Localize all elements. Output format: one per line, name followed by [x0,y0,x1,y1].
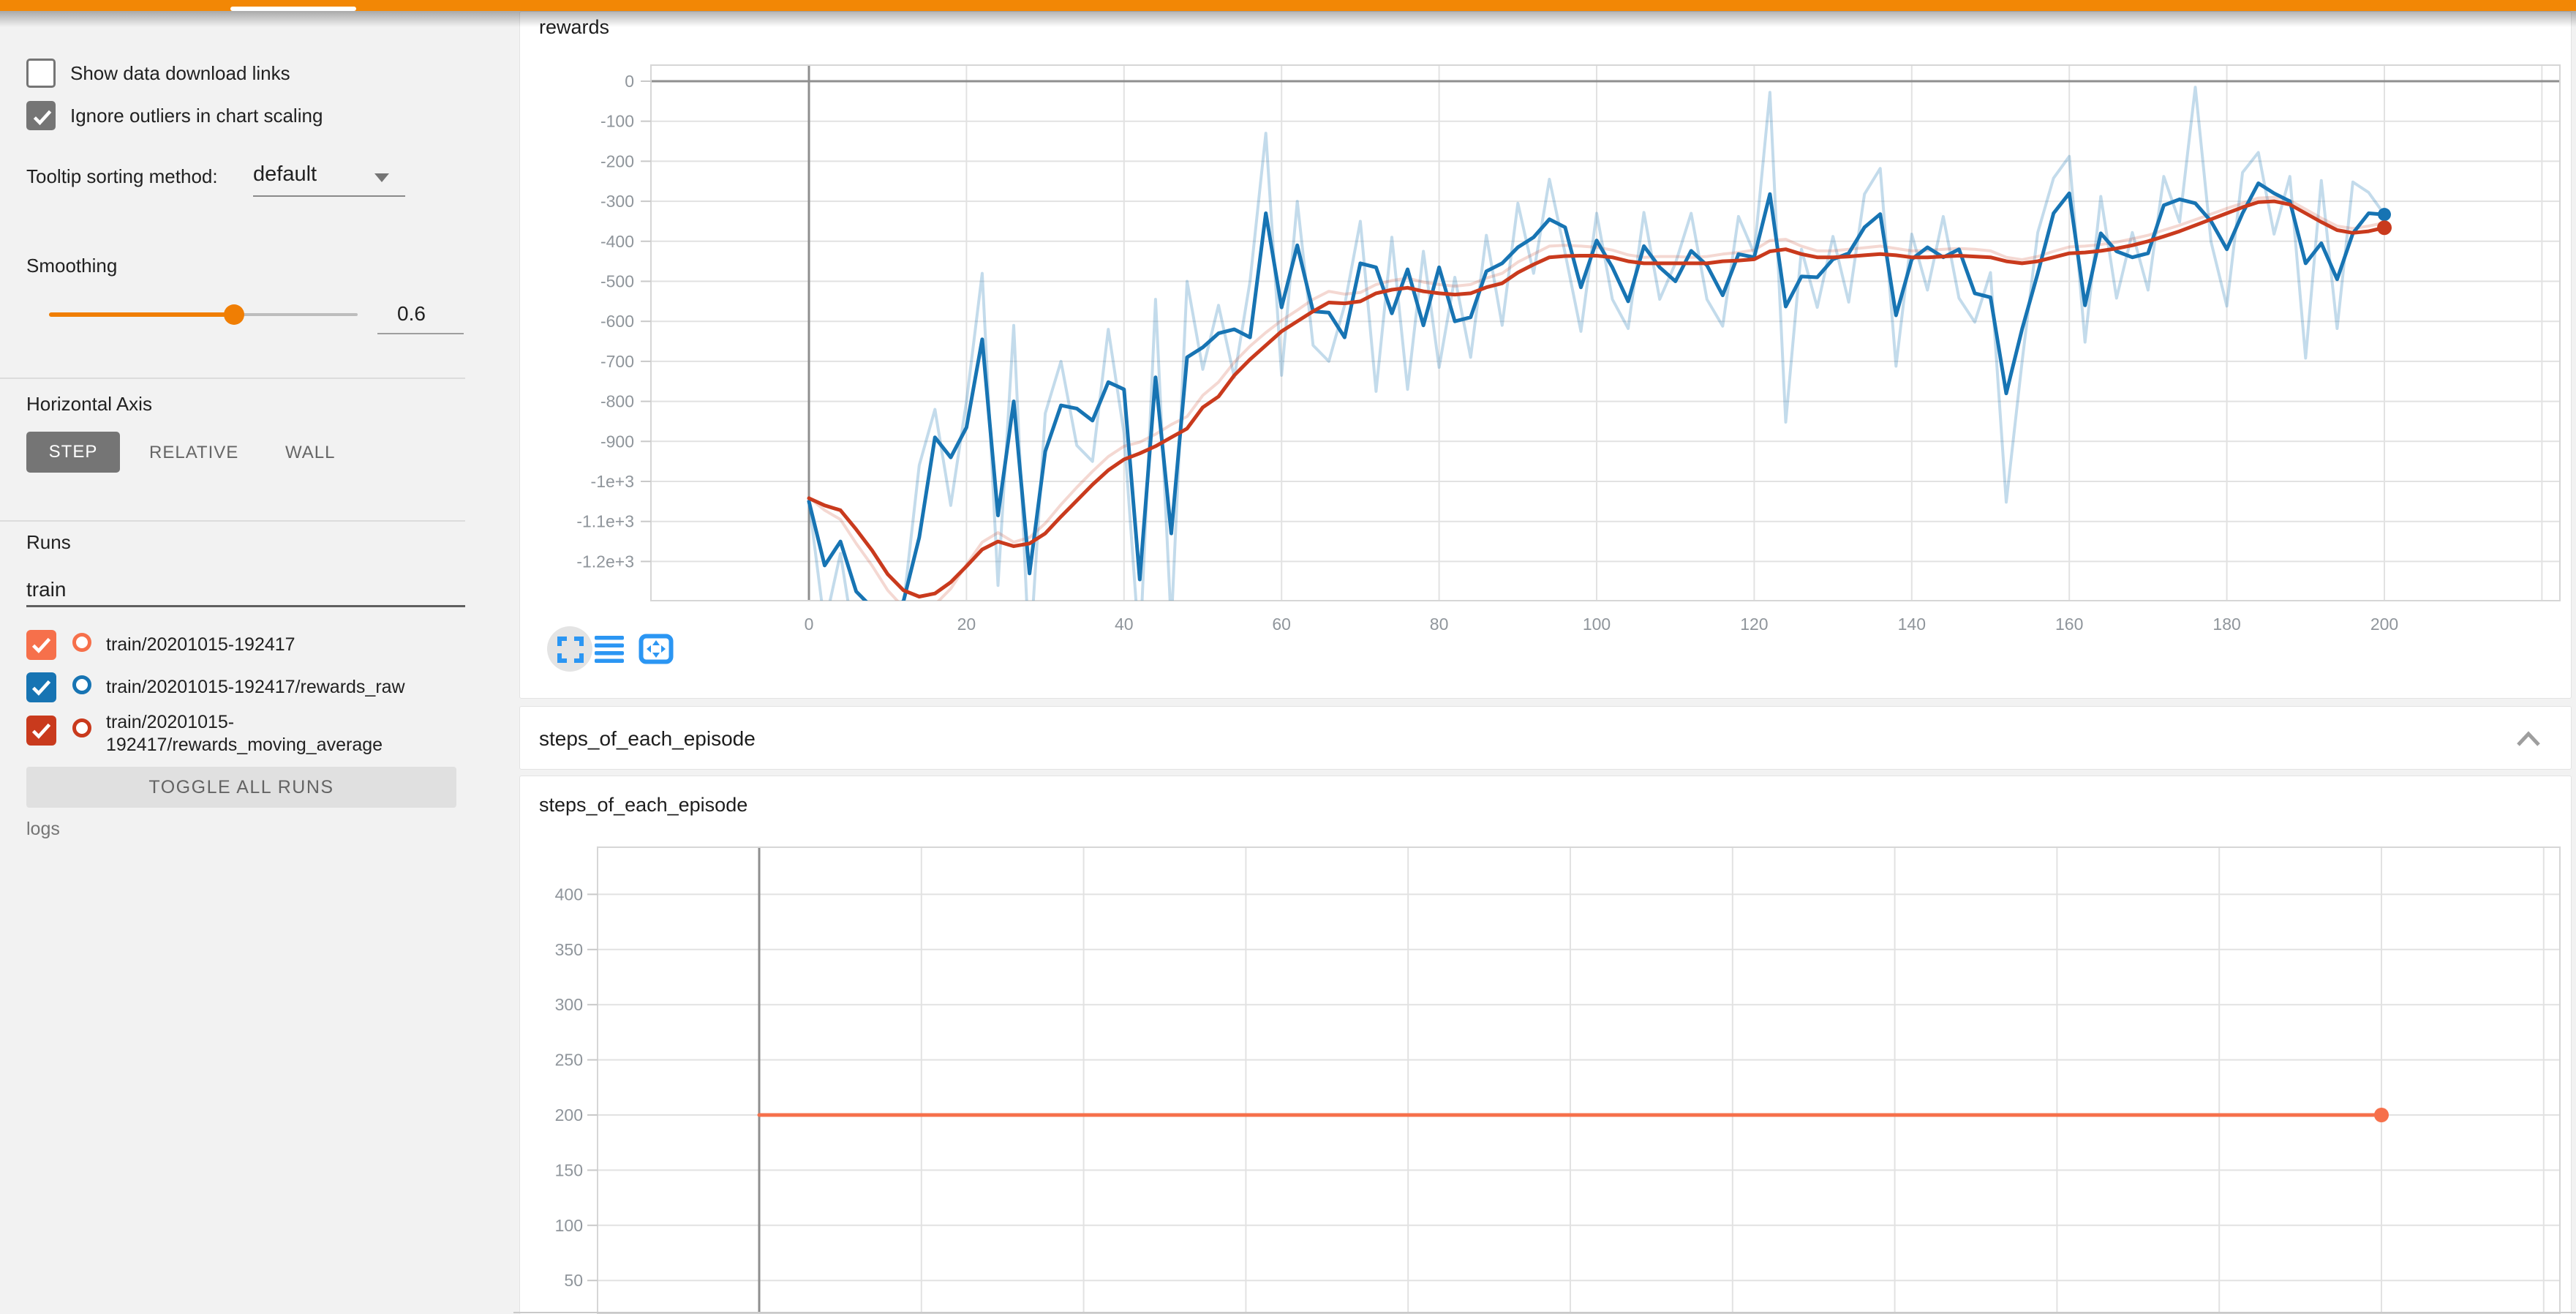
svg-text:80: 80 [1430,615,1449,634]
svg-text:-600: -600 [600,312,634,331]
active-tab-indicator[interactable] [230,7,356,11]
axis-step-button[interactable]: STEP [26,432,120,473]
ignore-outliers-checkbox[interactable] [26,101,56,130]
svg-text:200: 200 [2370,615,2398,634]
run-color-swatch[interactable] [72,675,91,694]
settings-sidebar: Show data download links Ignore outliers… [0,11,513,1314]
header-shadow [0,11,2576,27]
smoothing-label: Smoothing [26,255,117,277]
svg-text:0: 0 [625,72,634,91]
tooltip-sorting-label: Tooltip sorting method: [26,165,218,188]
check-icon [29,675,54,700]
svg-text:100: 100 [555,1216,583,1235]
show-data-download-links-label: Show data download links [70,62,290,85]
check-icon [29,718,54,743]
svg-text:-800: -800 [600,392,634,411]
svg-text:120: 120 [1740,615,1768,634]
svg-text:50: 50 [564,1271,583,1290]
svg-text:150: 150 [555,1160,583,1179]
app-header-bar [0,0,2576,11]
tooltip-select-underline [253,195,405,197]
svg-text:0: 0 [805,615,814,634]
svg-text:-100: -100 [600,112,634,131]
svg-text:-200: -200 [600,151,634,170]
ignore-outliers-label: Ignore outliers in chart scaling [70,105,323,127]
smoothing-input-underline [377,333,464,334]
run-checkbox[interactable] [26,672,56,702]
svg-text:250: 250 [555,1051,583,1070]
steps-chart[interactable]: 400 350 300 250 200 150 100 50 [520,776,2571,1314]
collapse-section-button[interactable] [2512,727,2545,752]
axis-wall-button[interactable]: WALL [285,443,335,463]
runs-section-label: Runs [26,531,71,554]
chevron-up-icon [2515,729,2542,748]
run-label: train/20201015-192417 [106,634,472,656]
smoothing-slider-fill [49,312,234,317]
smoothing-slider-thumb[interactable] [224,304,244,325]
show-data-download-links-checkbox[interactable] [26,59,56,88]
steps-section-header[interactable]: steps_of_each_episode [519,706,2572,770]
run-checkbox[interactable] [26,630,56,660]
svg-text:200: 200 [555,1105,583,1125]
run-label: train/20201015-192417/rewards_moving_ave… [106,711,456,757]
run-label: train/20201015-192417/rewards_raw [106,676,472,699]
runs-filter-underline [26,605,465,607]
svg-text:-400: -400 [600,232,634,251]
check-icon [30,105,55,129]
svg-text:180: 180 [2212,615,2240,634]
rewards-chart-card: rewards 0-100-200-300-400-500-600-700-80… [519,11,2572,699]
svg-text:60: 60 [1272,615,1291,634]
chevron-down-icon[interactable] [374,173,389,182]
toggle-all-runs-button[interactable]: TOGGLE ALL RUNS [26,767,456,808]
rewards-chart[interactable]: 0 -100 -200 -300 -400 -500 -600 -700 -800 -900 -1e… [520,12,2571,698]
check-icon [29,632,54,658]
svg-text:-1.1e+3: -1.1e+3 [576,512,634,531]
divider [0,520,465,522]
svg-text:-500: -500 [600,272,634,291]
svg-text:-300: -300 [600,192,634,211]
run-color-swatch[interactable] [72,718,91,737]
divider [0,378,465,379]
smoothing-value-input[interactable]: 0.6 [397,302,426,326]
svg-text:-1e+3: -1e+3 [591,472,634,491]
svg-text:100: 100 [1583,615,1611,634]
run-checkbox[interactable] [26,716,56,746]
steps-section-title: steps_of_each_episode [539,727,756,751]
svg-text:140: 140 [1898,615,1926,634]
svg-text:160: 160 [2055,615,2083,634]
axis-relative-button[interactable]: RELATIVE [149,443,238,463]
svg-text:-900: -900 [600,432,634,451]
run-color-swatch[interactable] [72,633,91,652]
horizontal-axis-label: Horizontal Axis [26,393,152,416]
expand-icon[interactable] [557,637,584,663]
svg-text:400: 400 [555,885,583,904]
logs-label: logs [26,819,60,840]
tooltip-sorting-select[interactable]: default [253,162,317,187]
svg-text:350: 350 [555,940,583,959]
runs-list-icon[interactable] [595,636,624,664]
runs-filter-input[interactable]: train [26,578,66,601]
svg-text:-1.2e+3: -1.2e+3 [576,552,634,571]
svg-text:20: 20 [957,615,976,634]
steps-chart-card: steps_of_each_episode 400350300250200150… [519,776,2572,1314]
fit-domain-icon[interactable] [639,634,674,664]
svg-text:40: 40 [1115,615,1134,634]
svg-text:300: 300 [555,995,583,1014]
svg-text:-700: -700 [600,352,634,371]
